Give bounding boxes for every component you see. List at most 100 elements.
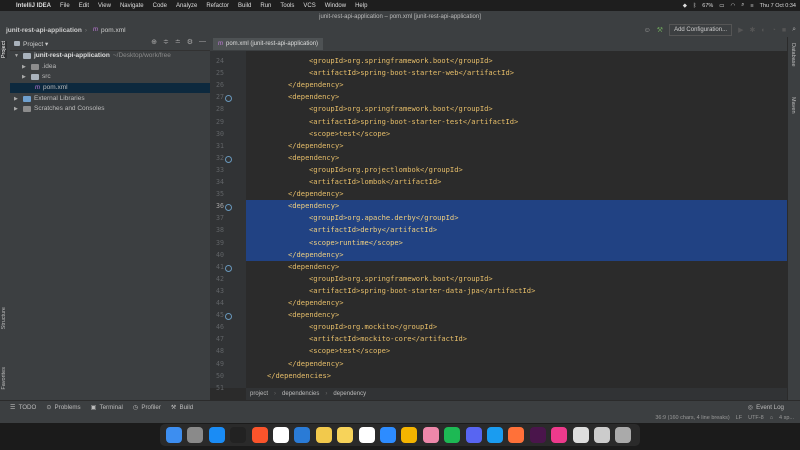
bluetooth-icon[interactable]: ᛒ (693, 3, 696, 9)
nav-project-crumb[interactable]: junit-rest-api-application (6, 27, 82, 34)
maven-tool-tab[interactable]: Maven (790, 97, 796, 114)
profile-icon[interactable]: ◔ (772, 27, 776, 34)
menu-run[interactable]: Run (260, 3, 271, 9)
run-icon[interactable]: ▶ (738, 26, 743, 34)
code-line[interactable]: </dependencies> (267, 370, 331, 382)
control-center-icon[interactable]: ≡ (750, 3, 753, 9)
menu-edit[interactable]: Edit (79, 3, 89, 9)
code-line[interactable]: <artifactId>spring-boot-starter-data-jpa… (309, 285, 535, 297)
menu-tools[interactable]: Tools (280, 3, 294, 9)
todo-tool-button[interactable]: ☰ TODO (10, 404, 36, 411)
wifi-icon[interactable]: ◠ (730, 3, 735, 9)
clock[interactable]: Thu 7 Oct 0:34 (760, 3, 796, 9)
tree-item-root[interactable]: ▼ junit-rest-api-application ~/Desktop/w… (14, 51, 171, 61)
gear-icon[interactable]: ⚙ (187, 38, 193, 46)
caret-position[interactable]: 36:9 (160 chars, 4 line breaks) (655, 413, 729, 423)
dock-app-intellij-idea-icon[interactable] (551, 427, 568, 443)
chevron-right-icon[interactable]: ▶ (14, 104, 20, 114)
menu-navigate[interactable]: Navigate (120, 3, 144, 9)
menu-vcs[interactable]: VCS (303, 3, 315, 9)
line-separator[interactable]: LF (736, 413, 742, 423)
chevron-down-icon[interactable]: ▼ (14, 51, 20, 61)
code-line[interactable]: <dependency> (288, 152, 339, 164)
dock-app-preview-icon[interactable] (572, 427, 589, 443)
menu-help[interactable]: Help (355, 3, 367, 9)
nav-file-crumb[interactable]: m pom.xml (93, 27, 126, 34)
tree-item-src[interactable]: ▶ src (22, 72, 51, 82)
code-line[interactable]: <groupId>org.springframework.boot</group… (309, 103, 493, 115)
battery-percent[interactable]: 67% (702, 3, 713, 9)
editor-gutter[interactable]: 24 25 26 27 28 29 30 31 32 33 34 35 36 37 38 39 40 41 42 43… (210, 51, 254, 392)
code-line[interactable]: <artifactId>spring-boot-starter-test</ar… (309, 116, 518, 128)
dock-app-vs-code-icon[interactable] (294, 427, 311, 443)
breadcrumb-dependency[interactable]: dependency (333, 391, 366, 397)
tree-item-pom[interactable]: m pom.xml (10, 83, 210, 93)
tree-item-idea[interactable]: ▶ .idea (22, 62, 56, 72)
app-menu[interactable]: IntelliJ IDEA (16, 3, 51, 9)
code-line[interactable]: </dependency> (288, 249, 344, 261)
tab-pom-xml[interactable]: m pom.xml (junit-rest-api-application) (213, 38, 324, 50)
code-line[interactable]: <artifactId>lombok</artifactId> (309, 176, 441, 188)
profiler-tool-button[interactable]: ◷ Profiler (133, 404, 161, 411)
dock-app-hand-mirror-icon[interactable] (315, 427, 332, 443)
menu-code[interactable]: Code (153, 3, 167, 9)
dock-app-spotify-icon[interactable] (444, 427, 461, 443)
maven-dependency-gutter-icon[interactable] (225, 155, 232, 163)
locate-icon[interactable]: ⊕ (151, 38, 157, 46)
code-line[interactable]: <artifactId>derby</artifactId> (309, 224, 437, 236)
code-line[interactable]: <artifactId>spring-boot-starter-web</art… (309, 67, 514, 79)
breadcrumb-dependencies[interactable]: dependencies (282, 391, 319, 397)
code-line[interactable]: <dependency> (288, 309, 339, 321)
code-line[interactable]: </dependency> (288, 140, 344, 152)
code-line[interactable]: <groupId>org.springframework.boot</group… (309, 273, 493, 285)
dock-app-trash-icon[interactable] (615, 427, 632, 443)
dock-app-photos-icon[interactable] (422, 427, 439, 443)
debug-icon[interactable]: ✱ (750, 26, 756, 34)
dock-app-discord-icon[interactable] (465, 427, 482, 443)
breadcrumb-project[interactable]: project (250, 391, 268, 397)
expand-all-icon[interactable]: ≑ (163, 38, 169, 46)
code-line[interactable]: <scope>test</scope> (309, 128, 390, 140)
code-line[interactable]: <groupId>org.projectlombok</groupId> (309, 164, 463, 176)
code-line[interactable]: </dependency> (288, 79, 344, 91)
code-editor[interactable]: <groupId>org.springframework.boot</group… (246, 51, 787, 388)
dock-app-app-store-icon[interactable] (208, 427, 225, 443)
tree-item-scratches[interactable]: ▶ Scratches and Consoles (14, 104, 104, 114)
stop-icon[interactable]: ■ (782, 27, 786, 34)
dock-app-files-icon[interactable] (594, 427, 610, 443)
user-icon[interactable]: ☺ (644, 27, 651, 34)
menu-file[interactable]: File (60, 3, 70, 9)
dock-app-safari-icon[interactable] (487, 427, 503, 443)
terminal-tool-button[interactable]: ▣ Terminal (91, 404, 123, 411)
code-line[interactable]: <dependency> (288, 261, 339, 273)
chevron-right-icon[interactable]: ▶ (22, 72, 28, 82)
menu-window[interactable]: Window (325, 3, 346, 9)
code-line[interactable]: <scope>runtime</scope> (309, 237, 403, 249)
run-configuration-select[interactable]: Add Configuration... (669, 24, 733, 36)
tree-item-external-libraries[interactable]: ▶ External Libraries (14, 94, 85, 104)
code-line[interactable]: </dependency> (288, 358, 344, 370)
search-everywhere-icon[interactable]: ⌕ (792, 26, 796, 34)
dock-app-firefox-icon[interactable] (508, 427, 525, 443)
code-line[interactable]: <dependency> (288, 200, 339, 212)
code-line[interactable]: <scope>test</scope> (309, 345, 390, 357)
dock-app-zoom-icon[interactable] (380, 427, 396, 443)
code-line[interactable]: <groupId>org.springframework.boot</group… (309, 55, 493, 67)
project-tool-tab[interactable]: Project (1, 41, 7, 59)
maven-dependency-gutter-icon[interactable] (225, 204, 232, 212)
build-hammer-icon[interactable]: ⚒ (657, 26, 663, 34)
code-line[interactable]: <groupId>org.mockito</groupId> (309, 321, 437, 333)
dock-app-launchpad-icon[interactable] (187, 427, 204, 443)
problems-tool-button[interactable]: ⊙ Problems (46, 404, 80, 411)
battery-icon[interactable]: ▭ (719, 3, 724, 9)
menu-view[interactable]: View (98, 3, 111, 9)
code-line[interactable]: <groupId>org.apache.derby</groupId> (309, 212, 458, 224)
chevron-right-icon[interactable]: ▶ (22, 62, 28, 72)
dock-app-notes-icon[interactable] (337, 427, 354, 443)
chevron-right-icon[interactable]: ▶ (14, 94, 20, 104)
database-tool-tab[interactable]: Database (790, 43, 796, 67)
code-line[interactable]: </dependency> (288, 188, 344, 200)
dock-app-slack-icon[interactable] (529, 427, 546, 443)
hide-icon[interactable]: — (199, 38, 206, 46)
dock-app-notion-icon[interactable] (358, 427, 375, 443)
